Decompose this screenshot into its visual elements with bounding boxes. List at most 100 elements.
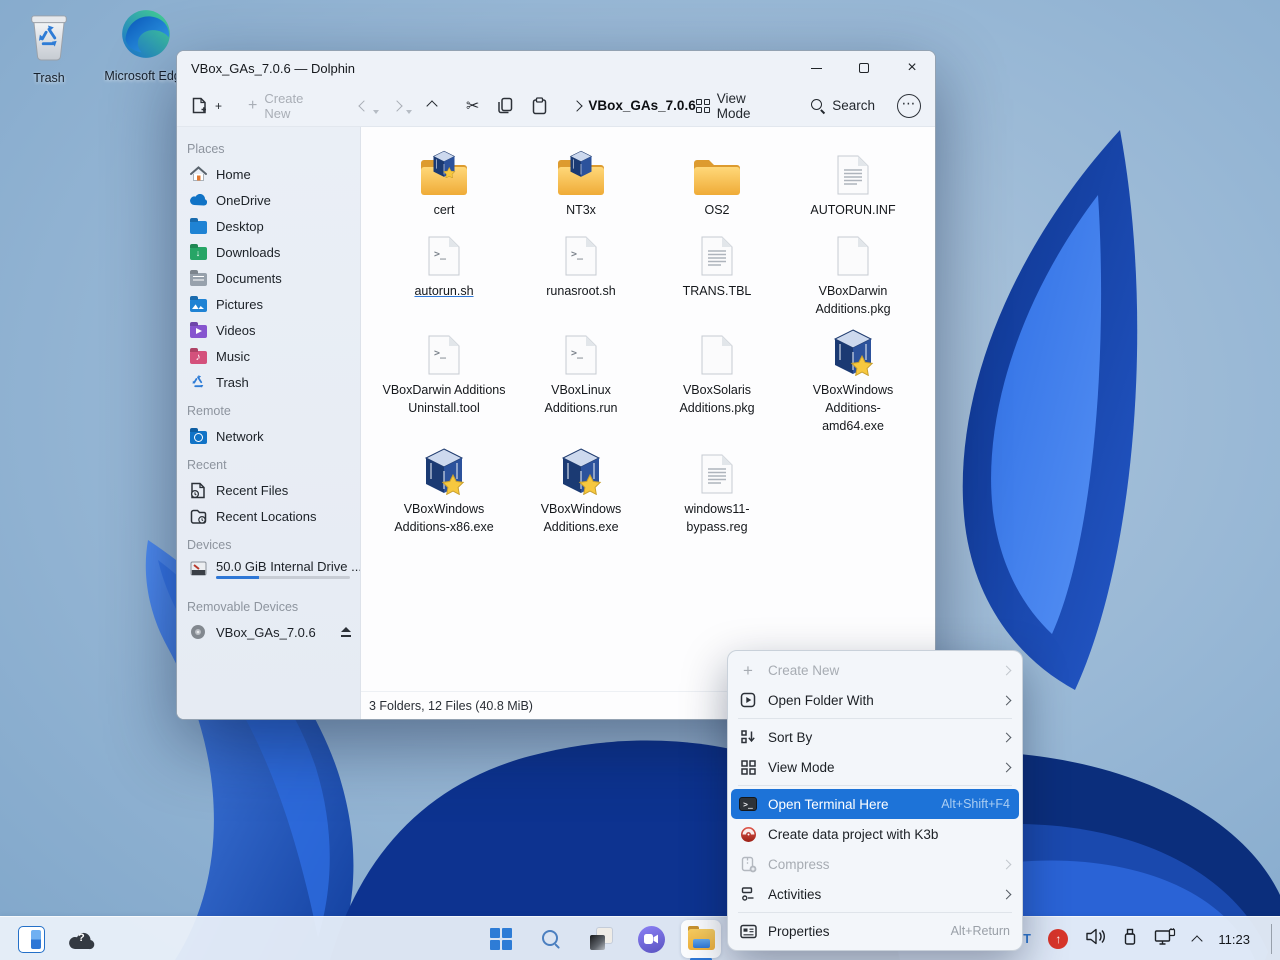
file-name: VBoxWindows Additions-x86.exe [394, 502, 494, 534]
menu-item-view-mode[interactable]: View Mode [728, 752, 1022, 782]
sidebar-item-music[interactable]: Music [177, 343, 360, 369]
taskbar-search-button[interactable] [536, 922, 566, 956]
menu-item-create-new[interactable]: + Create New [728, 655, 1022, 685]
menu-separator [738, 718, 1012, 719]
sidebar-item-home[interactable]: Home [177, 161, 360, 187]
menu-item-sort-by[interactable]: Sort By [728, 722, 1022, 752]
sidebar-item-downloads[interactable]: Downloads [177, 239, 360, 265]
menu-item-open-terminal-here[interactable]: >_ Open Terminal Here Alt+Shift+F4 [731, 789, 1019, 819]
sidebar-item-onedrive[interactable]: OneDrive [177, 187, 360, 213]
desktop-icon-trash[interactable]: Trash [6, 12, 92, 86]
file-manager-icon [687, 925, 715, 950]
file-item[interactable]: VBoxSolaris Additions.pkg [652, 328, 782, 417]
open-with-icon [739, 691, 757, 709]
virtualbox-exe-icon [424, 448, 465, 495]
section-header-remote: Remote [187, 404, 231, 418]
show-desktop-strip[interactable] [1271, 924, 1272, 954]
text-file-icon [701, 236, 733, 276]
svg-text:>_: >_ [434, 348, 447, 359]
file-item[interactable]: VBoxWindows Additions-amd64.exe [788, 328, 918, 435]
up-icon [426, 99, 438, 112]
create-new-button[interactable]: + Create New [248, 91, 332, 121]
file-view[interactable]: cert NT3x OS2 AUTORUN.INF >_ autorun.sh … [361, 127, 935, 719]
usb-device-tray-icon[interactable] [1123, 928, 1137, 951]
pictures-folder-icon [189, 295, 207, 313]
display-plug-tray-icon[interactable] [1154, 927, 1176, 951]
file-item[interactable]: TRANS.TBL [652, 229, 782, 300]
sidebar-item-recent-locations[interactable]: Recent Locations [177, 503, 360, 529]
sidebar-item-recent-files[interactable]: Recent Files [177, 477, 360, 503]
sidebar-item-label: Trash [216, 374, 249, 390]
script-file-icon: >_ [565, 335, 597, 375]
svg-text:>_: >_ [571, 348, 584, 359]
file-item[interactable]: AUTORUN.INF [788, 148, 918, 219]
file-item[interactable]: windows11-bypass.reg [652, 447, 782, 536]
file-manager-taskbar-button[interactable] [681, 920, 721, 960]
start-button[interactable] [486, 922, 516, 956]
text-file-icon [701, 454, 733, 494]
back-button[interactable] [358, 99, 381, 114]
menu-item-compress[interactable]: Compress [728, 849, 1022, 879]
recent-files-icon [189, 481, 207, 499]
paste-button[interactable] [532, 96, 547, 115]
sidebar-item-vbox-gas[interactable]: VBox_GAs_7.0.6 [177, 619, 360, 645]
compress-icon [739, 855, 757, 873]
view-mode-button[interactable]: View Mode [695, 91, 783, 121]
weather-widget-button[interactable]: ? [66, 922, 96, 956]
task-view-button[interactable] [586, 922, 616, 956]
new-tab-button[interactable]: + [191, 97, 222, 114]
file-item[interactable]: >_ autorun.sh [379, 229, 509, 300]
menu-item-activities[interactable]: Activities [728, 879, 1022, 909]
minimize-button[interactable] [807, 59, 825, 77]
menu-separator [738, 785, 1012, 786]
file-name: AUTORUN.INF [810, 203, 896, 217]
search-button[interactable]: Search [810, 98, 875, 113]
maximize-button[interactable] [855, 59, 873, 77]
videos-folder-icon [189, 321, 207, 339]
tray-expand-chevron-icon[interactable] [1191, 934, 1204, 947]
sidebar-item-pictures[interactable]: Pictures [177, 291, 360, 317]
chat-button[interactable] [636, 922, 666, 956]
breadcrumb[interactable]: VBox_GAs_7.0.6 [571, 98, 696, 113]
menu-overflow-button[interactable]: ⋯ [897, 93, 921, 118]
file-item[interactable]: >_ VBoxDarwin Additions Uninstall.tool [379, 328, 509, 417]
title-bar[interactable]: VBox_GAs_7.0.6 — Dolphin × [177, 51, 935, 85]
sidebar-item-internal-drive[interactable]: 50.0 GiB Internal Drive ... [177, 557, 360, 591]
panel-widget-button[interactable] [16, 922, 46, 956]
file-item[interactable]: >_ VBoxLinux Additions.run [516, 328, 646, 417]
hard-drive-icon [189, 559, 207, 577]
menu-item-properties[interactable]: Properties Alt+Return [728, 916, 1022, 946]
sidebar-item-trash[interactable]: Trash [177, 369, 360, 395]
sidebar-item-label: Pictures [216, 296, 263, 312]
file-item[interactable]: VBoxWindows Additions.exe [516, 447, 646, 536]
copy-button[interactable] [497, 97, 514, 114]
up-button[interactable] [426, 99, 438, 112]
section-header-devices: Devices [187, 538, 232, 552]
clock[interactable]: 11:23 [1218, 932, 1250, 947]
cut-button[interactable]: ✂ [466, 96, 479, 116]
window-title: VBox_GAs_7.0.6 — Dolphin [191, 60, 356, 76]
submenu-chevron-icon [1001, 665, 1012, 675]
menu-item-label: Activities [768, 886, 822, 902]
virtualbox-exe-icon [561, 448, 602, 495]
file-item[interactable]: >_ runasroot.sh [516, 229, 646, 300]
file-item[interactable]: VBoxWindows Additions-x86.exe [379, 447, 509, 536]
section-header-recent: Recent [187, 458, 227, 472]
sidebar-item-videos[interactable]: Videos [177, 317, 360, 343]
updates-notification-badge[interactable]: ↑ [1048, 929, 1069, 949]
forward-button[interactable] [391, 99, 414, 114]
chat-video-icon [637, 925, 665, 953]
eject-button[interactable] [340, 627, 352, 637]
file-item[interactable]: OS2 [652, 148, 782, 219]
sidebar-item-network[interactable]: Network [177, 423, 360, 449]
file-item[interactable]: cert [379, 148, 509, 219]
sidebar-item-desktop[interactable]: Desktop [177, 213, 360, 239]
file-item[interactable]: NT3x [516, 148, 646, 219]
sidebar-item-documents[interactable]: Documents [177, 265, 360, 291]
close-button[interactable]: × [903, 59, 921, 77]
file-item[interactable]: VBoxDarwin Additions.pkg [788, 229, 918, 318]
volume-tray-icon[interactable] [1085, 928, 1106, 950]
menu-item-create-data-project-k3b[interactable]: Create data project with K3b [728, 819, 1022, 849]
menu-item-open-folder-with[interactable]: Open Folder With [728, 685, 1022, 715]
svg-text:>_: >_ [571, 249, 584, 260]
